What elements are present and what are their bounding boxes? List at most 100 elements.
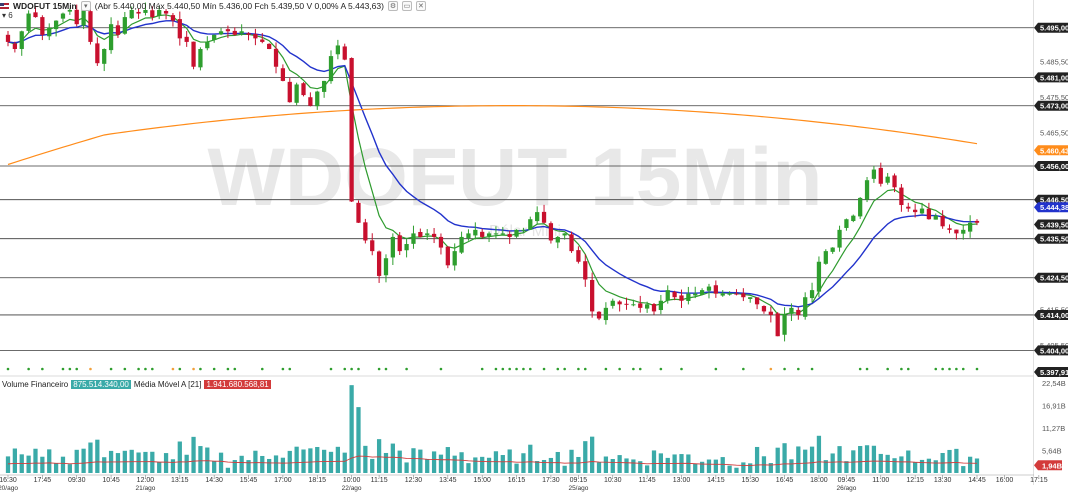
signal-dot xyxy=(61,367,65,371)
price-badge-label: 5.473,00 xyxy=(1040,102,1068,111)
price-badge-label: 5.397,91 xyxy=(1040,368,1068,377)
candle-body xyxy=(321,80,327,92)
signal-dot xyxy=(714,367,718,371)
close-icon[interactable]: ✕ xyxy=(415,1,426,11)
time-tick-label: 09:45 xyxy=(838,477,856,484)
symbol-label[interactable]: WDOFUT 15Min xyxy=(13,1,77,11)
candle-body xyxy=(906,206,911,209)
candle-body xyxy=(590,279,595,312)
volume-bar xyxy=(267,458,272,473)
candle-body xyxy=(919,208,925,214)
candle-body xyxy=(796,309,801,315)
volume-bar xyxy=(816,435,822,473)
day-tick-label: 20/ago xyxy=(0,485,18,492)
candle-body xyxy=(693,293,698,296)
volume-bar xyxy=(12,448,18,473)
time-tick-label: 12:15 xyxy=(906,477,924,484)
candle-body xyxy=(308,97,313,106)
volume-bar xyxy=(933,460,938,473)
volume-bar xyxy=(328,451,334,473)
price-axis[interactable]: 5.485,505.475,505.465,505.415,505.405,50… xyxy=(1034,0,1068,492)
signal-dot xyxy=(528,367,532,371)
signal-dot xyxy=(906,367,910,371)
signal-dot xyxy=(199,367,202,371)
candle-body xyxy=(830,247,835,252)
volume-bar xyxy=(699,461,705,473)
candle-body xyxy=(816,261,822,292)
candle-body xyxy=(239,31,244,34)
candle-body xyxy=(734,293,739,295)
signal-dot xyxy=(604,367,608,371)
volume-bar xyxy=(308,448,313,473)
volume-bar xyxy=(809,446,815,473)
dropdown-icon[interactable]: ▾ xyxy=(80,1,91,11)
signal-dot xyxy=(934,367,938,371)
volume-bar xyxy=(253,450,258,473)
candle-body xyxy=(665,290,670,301)
volume-bar xyxy=(466,463,471,473)
settings-icon[interactable]: ⚙ xyxy=(387,1,398,11)
volume-bar xyxy=(349,385,354,473)
volume-bar xyxy=(486,457,492,473)
candle-body xyxy=(603,307,609,321)
volume-bar xyxy=(844,461,849,473)
signal-dot xyxy=(343,367,347,371)
volume-bar xyxy=(493,451,499,473)
price-badge-label: 5.444,38 xyxy=(1040,203,1068,212)
volume-bar xyxy=(782,443,787,473)
volume-bar xyxy=(720,457,725,473)
chart-header: WDOFUT 15Min ▾ (Abr 5.440,00 Máx 5.440,5… xyxy=(0,0,426,12)
candle-body xyxy=(562,233,567,236)
volume-bar xyxy=(315,446,320,473)
price-tick-label: 5.475,50 xyxy=(1040,93,1068,102)
candle-body xyxy=(596,311,602,319)
candle-body xyxy=(782,314,787,335)
indicator-count[interactable]: ▾ 6 xyxy=(2,11,13,20)
volume-bar xyxy=(644,465,650,473)
candle-body xyxy=(294,84,299,103)
candle-body xyxy=(789,307,794,314)
signal-dot xyxy=(810,367,814,371)
day-tick-label: 21/ago xyxy=(136,485,156,492)
minimize-icon[interactable]: ▭ xyxy=(401,1,412,11)
time-tick-label: 16:45 xyxy=(776,477,794,484)
candle-body xyxy=(858,197,863,217)
candle-body xyxy=(33,12,38,18)
time-tick-label: 16:15 xyxy=(508,477,526,484)
candle-body xyxy=(445,246,450,266)
candle-body xyxy=(720,293,725,296)
volume-bar xyxy=(418,449,423,473)
candle-body xyxy=(535,212,540,222)
candle-body xyxy=(706,286,712,291)
candle-body xyxy=(486,233,492,237)
signal-dot xyxy=(192,367,195,371)
ohlc-readout: (Abr 5.440,00 Máx 5.440,50 Mín 5.436,00 … xyxy=(94,1,384,11)
candle-body xyxy=(253,33,258,39)
candle-body xyxy=(108,24,114,51)
candle-body xyxy=(425,233,430,235)
candle-body xyxy=(851,215,856,221)
candle-body xyxy=(438,236,444,248)
candle-body xyxy=(418,231,423,237)
volume-bar xyxy=(926,458,932,473)
time-tick-label: 16:00 xyxy=(996,477,1014,484)
volume-bar xyxy=(425,458,430,473)
volume-bar xyxy=(892,458,897,473)
candle-body xyxy=(356,202,361,223)
signal-dot xyxy=(632,367,635,371)
signal-dot xyxy=(6,367,10,371)
time-tick-label: 09:15 xyxy=(570,477,588,484)
volume-bar xyxy=(157,462,162,473)
time-tick-label: 15:30 xyxy=(741,477,759,484)
volume-bar xyxy=(789,459,794,473)
volume-bar xyxy=(514,463,519,473)
time-tick-label: 14:15 xyxy=(707,477,725,484)
volume-bar xyxy=(610,459,615,473)
volume-bar xyxy=(81,448,86,473)
volume-bar xyxy=(885,454,890,473)
signal-dot xyxy=(27,367,30,371)
volume-bar xyxy=(590,436,595,473)
signal-dot xyxy=(955,367,958,371)
signal-dot xyxy=(281,367,285,371)
price-badge-label: 5.424,50 xyxy=(1040,274,1068,283)
